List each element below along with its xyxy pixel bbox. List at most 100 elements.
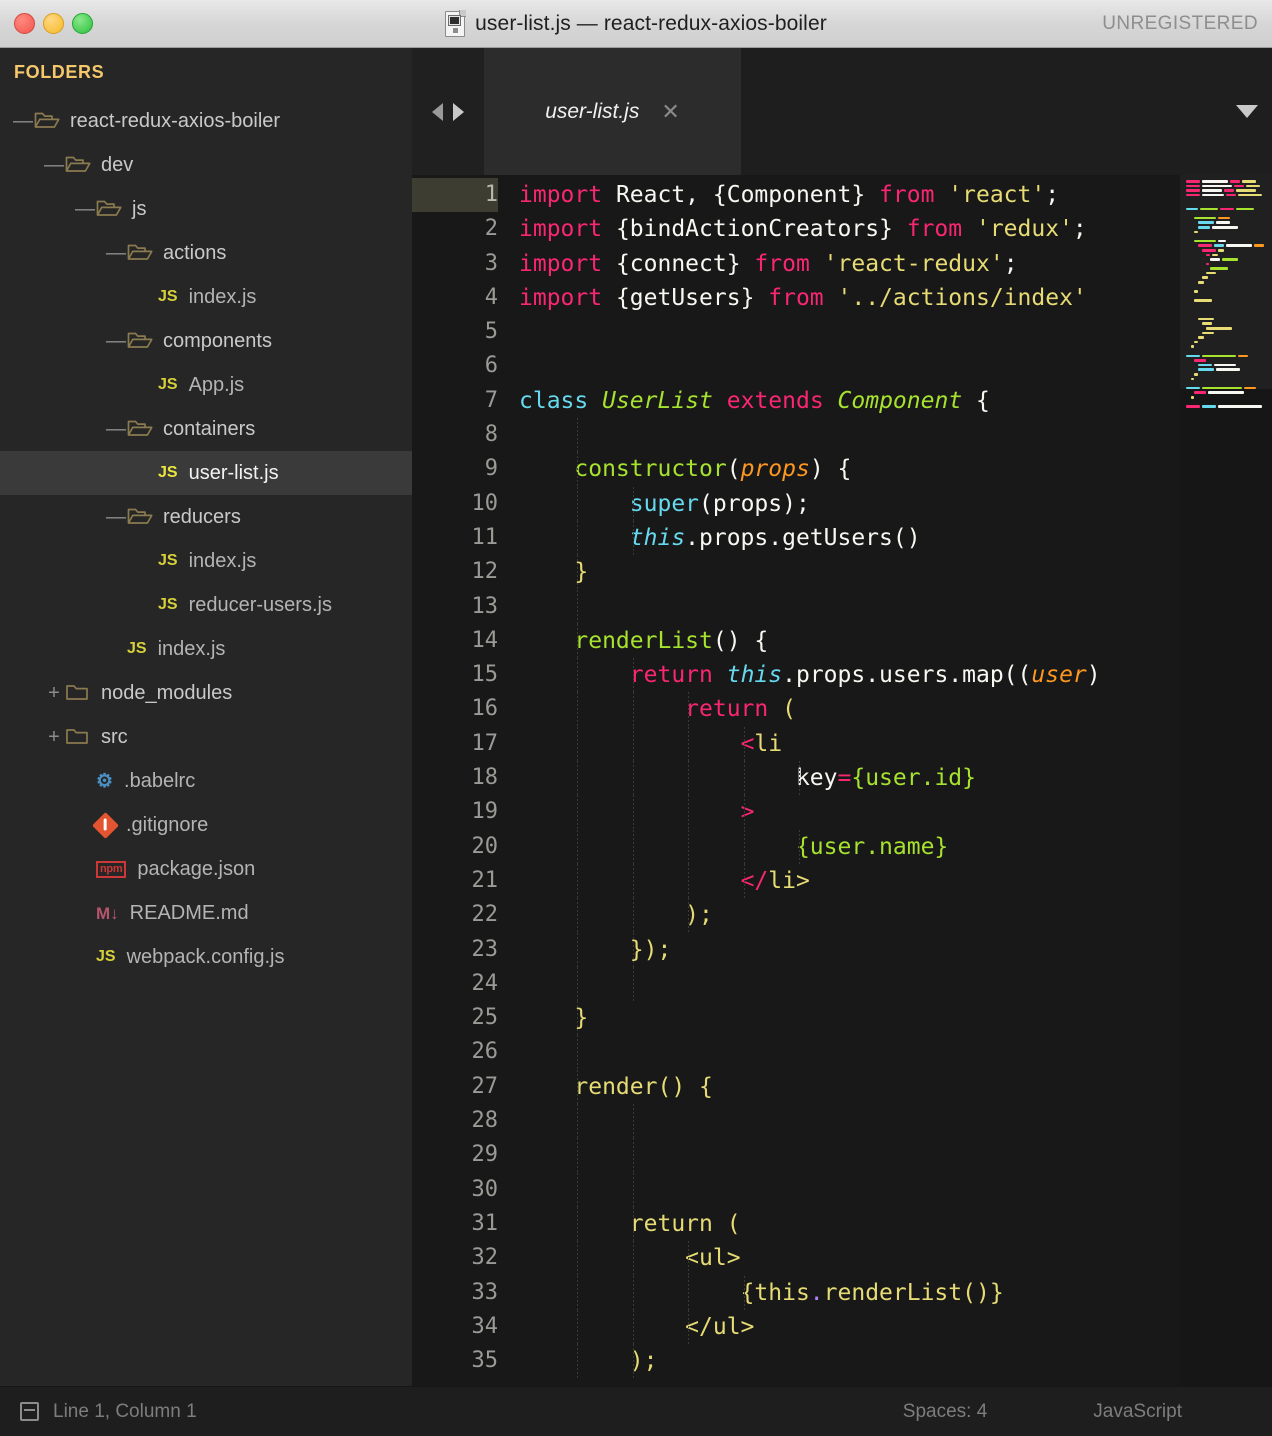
window-title-group: user-list.js — react-redux-axios-boiler (0, 0, 1272, 47)
indent-guide (688, 898, 690, 933)
sidebar-file-tree[interactable]: FOLDERS — react-redux-axios-boiler — dev — js… (0, 48, 412, 1386)
tree-file-row[interactable]: ⚙ .babelrc (0, 759, 412, 803)
tree-file-row[interactable]: .gitignore (0, 803, 412, 847)
indentation-setting[interactable]: Spaces: 4 (903, 1401, 988, 1423)
close-icon[interactable]: ✕ (661, 100, 679, 123)
code-line[interactable]: key={user.id} (519, 761, 1180, 796)
code-line[interactable] (519, 589, 1180, 624)
code-line[interactable]: constructor(props) { (519, 452, 1180, 487)
minimap-segment (1186, 207, 1198, 211)
tree-file-row[interactable]: JS App.js (0, 363, 412, 407)
tree-folder-row[interactable]: — actions (0, 231, 412, 275)
tree-item-label: reducers (163, 505, 241, 528)
expand-icon[interactable]: + (43, 727, 65, 747)
tree-file-row[interactable]: JS index.js (0, 539, 412, 583)
close-button[interactable] (14, 13, 35, 34)
collapse-icon[interactable]: — (12, 111, 34, 131)
code-line[interactable]: ); (519, 1344, 1180, 1379)
tree-file-row[interactable]: JS index.js (0, 627, 412, 671)
indent-guide (577, 1138, 579, 1173)
minimap[interactable] (1180, 175, 1272, 1386)
language-mode[interactable]: JavaScript (1093, 1401, 1182, 1423)
tree-file-row[interactable]: JS index.js (0, 275, 412, 319)
code-line[interactable]: import {connect} from 'react-redux'; (519, 247, 1180, 281)
code-token: ) (1086, 662, 1101, 689)
sidebar-toggle-icon[interactable] (20, 1402, 39, 1421)
code-line[interactable]: return this.props.users.map((user) (519, 658, 1180, 693)
arrow-right-icon[interactable] (453, 102, 464, 121)
file-tree-list: — react-redux-axios-boiler — dev — js — actions… (0, 99, 412, 979)
tab-user-list-js[interactable]: user-list.js ✕ (484, 48, 741, 175)
tree-folder-row[interactable]: — containers (0, 407, 412, 451)
code-line[interactable]: return ( (519, 692, 1180, 727)
code-line[interactable] (519, 349, 1180, 383)
code-line[interactable]: render() { (519, 1069, 1180, 1105)
arrow-left-icon[interactable] (432, 102, 443, 121)
code-line[interactable] (519, 418, 1180, 453)
tree-folder-row[interactable]: — reducers (0, 495, 412, 539)
tree-folder-row[interactable]: + node_modules (0, 671, 412, 715)
code-line[interactable]: import {getUsers} from '../actions/index… (519, 281, 1180, 315)
tree-folder-row[interactable]: + src (0, 715, 412, 759)
code-line[interactable]: import {bindActionCreators} from 'redux'… (519, 212, 1180, 246)
code-line[interactable]: ); (519, 898, 1180, 933)
code-line[interactable]: <li (519, 726, 1180, 762)
code-line[interactable]: this.props.getUsers() (519, 520, 1180, 556)
indent-guide (577, 418, 579, 453)
indent-guide (632, 1138, 634, 1173)
tree-folder-row[interactable]: — components (0, 319, 412, 363)
minimap-segment (1191, 395, 1194, 399)
minimap-segment (1220, 207, 1234, 211)
code-line[interactable]: > (519, 795, 1180, 830)
collapse-icon[interactable]: — (74, 199, 96, 219)
tree-file-row[interactable]: npm package.json (0, 847, 412, 891)
tree-file-row[interactable]: JS user-list.js (0, 451, 412, 495)
tree-file-row[interactable]: JS reducer-users.js (0, 583, 412, 627)
code-line[interactable]: super(props); (519, 486, 1180, 521)
chevron-down-icon[interactable] (1236, 105, 1258, 118)
code-line[interactable]: }); (519, 932, 1180, 967)
code-line[interactable]: return ( (519, 1206, 1180, 1242)
code-line[interactable]: {user.name} (519, 829, 1180, 864)
code-line[interactable]: <ul> (519, 1241, 1180, 1276)
collapse-icon[interactable]: — (105, 507, 127, 527)
minimap-segment (1218, 405, 1262, 408)
minimap-segment (1202, 276, 1208, 280)
tree-file-row[interactable]: JS webpack.config.js (0, 935, 412, 979)
expand-icon[interactable]: + (43, 683, 65, 703)
minimize-button[interactable] (43, 13, 64, 34)
line-number: 6 (484, 353, 498, 379)
code-line[interactable]: import React, {Component} from 'react'; (519, 178, 1180, 212)
line-number: 27 (471, 1073, 499, 1099)
collapse-icon[interactable]: — (105, 419, 127, 439)
code-content[interactable]: import React, {Component} from 'react'; i… (514, 175, 1180, 1386)
line-number: 19 (471, 799, 499, 825)
code-line[interactable]: renderList() { (519, 623, 1180, 659)
code-line[interactable]: </ul> (519, 1309, 1180, 1345)
code-line[interactable]: </li> (519, 863, 1180, 899)
collapse-icon[interactable]: — (105, 243, 127, 263)
code-line[interactable] (519, 1172, 1180, 1207)
code-editor[interactable]: 1 2 3 4 5 6 7 8 9 10 11 12 13 14 15 16 17 18 19 20 21 22 23 24 2… (412, 175, 1272, 1386)
collapse-icon[interactable]: — (105, 331, 127, 351)
code-line[interactable] (519, 1138, 1180, 1173)
collapse-icon[interactable]: — (43, 155, 65, 175)
zoom-button[interactable] (72, 13, 93, 34)
tree-folder-row[interactable]: — dev (0, 143, 412, 187)
code-line[interactable]: } (519, 1001, 1180, 1036)
code-line[interactable] (519, 1035, 1180, 1070)
indent-guide (577, 692, 579, 727)
indent-guide (632, 1104, 634, 1139)
indent-guide (632, 1172, 634, 1207)
code-line[interactable] (519, 315, 1180, 349)
code-line[interactable]: {this.renderList()} (519, 1275, 1180, 1310)
code-line[interactable] (519, 966, 1180, 1002)
cursor-position[interactable]: Line 1, Column 1 (53, 1401, 197, 1423)
code-line[interactable]: } (519, 555, 1180, 590)
tree-file-row[interactable]: M↓ README.md (0, 891, 412, 935)
tree-folder-row[interactable]: — react-redux-axios-boiler (0, 99, 412, 143)
code-line[interactable]: class UserList extends Component { (519, 384, 1180, 418)
tree-folder-row[interactable]: — js (0, 187, 412, 231)
code-line[interactable] (519, 1104, 1180, 1139)
